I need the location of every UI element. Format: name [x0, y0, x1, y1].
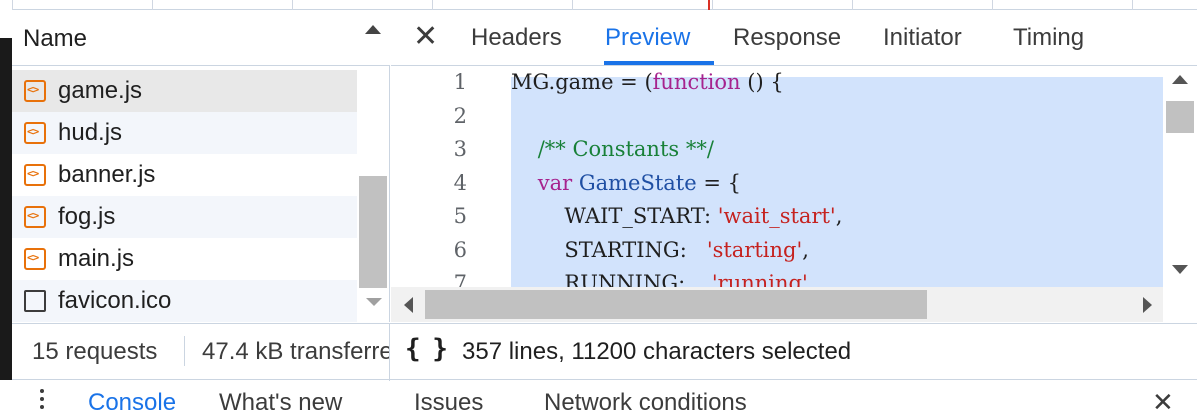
script-file-icon — [24, 80, 46, 102]
file-name: game.js — [58, 77, 143, 104]
pretty-print-icon[interactable]: { } — [405, 334, 448, 364]
code-text: RUNNING: 'running', — [511, 271, 815, 287]
line-number: 4 — [453, 170, 467, 195]
scrollbar-thumb[interactable] — [425, 290, 927, 319]
document-file-icon — [24, 290, 46, 312]
code-preview[interactable]: 1 MG.game = (function () { 2 3 /** Constant… — [391, 67, 1163, 287]
tab-preview[interactable]: Preview — [605, 24, 690, 52]
status-bar: 15 requests 47.4 kB transferred { } 357 … — [12, 323, 1197, 381]
file-name: favicon.ico — [58, 287, 172, 314]
scroll-down-icon[interactable] — [366, 298, 382, 306]
sort-ascending-icon[interactable] — [365, 25, 381, 34]
file-row-game-js[interactable]: game.js — [12, 70, 357, 112]
code-vertical-scrollbar[interactable] — [1163, 67, 1197, 287]
file-row-fog-js[interactable]: fog.js — [12, 196, 357, 238]
code-line: 7 RUNNING: 'running', — [391, 268, 1163, 287]
line-number: 5 — [453, 204, 467, 228]
selection-info: 357 lines, 11200 characters selected — [462, 338, 852, 365]
detail-tabbar: ✕ Headers Preview Response Initiator Tim… — [391, 12, 1197, 66]
drawer-tabbar: Console What's new Issues Network condit… — [12, 381, 1197, 410]
code-line: 3 /** Constants **/ — [391, 134, 1163, 168]
drawer-tab-issues[interactable]: Issues — [414, 389, 483, 410]
file-row-hud-js[interactable]: hud.js — [12, 112, 357, 154]
scroll-up-icon[interactable] — [1172, 75, 1188, 84]
code-line: 2 — [391, 101, 1163, 135]
code-text: var GameState = { — [511, 170, 741, 195]
code-line: 5 WAIT_START: 'wait_start', — [391, 201, 1163, 235]
script-file-icon — [24, 122, 46, 144]
line-number: 7 — [453, 271, 467, 287]
request-count: 15 requests — [32, 338, 158, 365]
scrollbar-thumb[interactable] — [1166, 101, 1194, 133]
file-name: fog.js — [58, 203, 116, 230]
tab-response[interactable]: Response — [733, 24, 841, 52]
window-edge-top — [0, 0, 12, 38]
active-tab-indicator — [604, 61, 714, 65]
name-column-label: Name — [23, 25, 88, 52]
script-file-icon — [24, 206, 46, 228]
divider — [184, 336, 185, 366]
timeline-marker — [708, 0, 710, 10]
line-number: 1 — [453, 70, 467, 94]
code-line: 1 MG.game = (function () { — [391, 67, 1163, 101]
code-text: WAIT_START: 'wait_start', — [511, 204, 843, 228]
close-icon[interactable]: ✕ — [413, 22, 438, 52]
file-list-scrollbar[interactable] — [357, 70, 389, 320]
drawer-tab-whats-new[interactable]: What's new — [219, 389, 342, 410]
code-line: 4 var GameState = { — [391, 168, 1163, 202]
code-horizontal-scrollbar[interactable] — [391, 287, 1163, 322]
file-row-banner-js[interactable]: banner.js — [12, 154, 357, 196]
waterfall-strip — [12, 0, 1197, 10]
file-list: game.js hud.js banner.js fog.js main.js … — [12, 70, 357, 322]
code-text: MG.game = (function () { — [511, 70, 784, 94]
file-name: hud.js — [58, 119, 123, 146]
network-summary: 15 requests 47.4 kB transferred — [12, 324, 390, 381]
transferred-size: 47.4 kB transferred — [202, 338, 390, 365]
code-text: /** Constants **/ — [511, 137, 714, 161]
code-line: 6 STARTING: 'starting', — [391, 235, 1163, 269]
scroll-down-icon[interactable] — [1172, 265, 1188, 274]
script-file-icon — [24, 164, 46, 186]
code-text: STARTING: 'starting', — [511, 237, 809, 262]
request-detail-pane: ✕ Headers Preview Response Initiator Tim… — [391, 12, 1197, 322]
file-row-favicon-ico[interactable]: favicon.ico — [12, 280, 357, 322]
file-name: main.js — [58, 245, 135, 272]
scroll-left-icon[interactable] — [404, 297, 413, 313]
drawer-tab-network-conditions[interactable]: Network conditions — [544, 389, 747, 410]
file-name: banner.js — [58, 161, 156, 188]
scroll-right-icon[interactable] — [1143, 297, 1152, 313]
script-file-icon — [24, 248, 46, 270]
tab-timing[interactable]: Timing — [1013, 24, 1084, 52]
scrollbar-thumb[interactable] — [359, 176, 387, 288]
tab-initiator[interactable]: Initiator — [883, 24, 962, 52]
drawer-tab-console[interactable]: Console — [88, 389, 176, 410]
window-edge — [0, 38, 12, 380]
line-number: 6 — [453, 237, 467, 262]
line-number: 3 — [453, 137, 467, 161]
line-number: 2 — [453, 103, 467, 128]
file-row-main-js[interactable]: main.js — [12, 238, 357, 280]
close-drawer-icon[interactable]: ✕ — [1152, 387, 1174, 410]
more-options-icon[interactable] — [40, 389, 44, 393]
request-list-pane: Name game.js hud.js banner.js fog.js mai… — [12, 12, 390, 322]
name-column-header[interactable]: Name — [12, 12, 390, 66]
tab-headers[interactable]: Headers — [471, 24, 562, 52]
